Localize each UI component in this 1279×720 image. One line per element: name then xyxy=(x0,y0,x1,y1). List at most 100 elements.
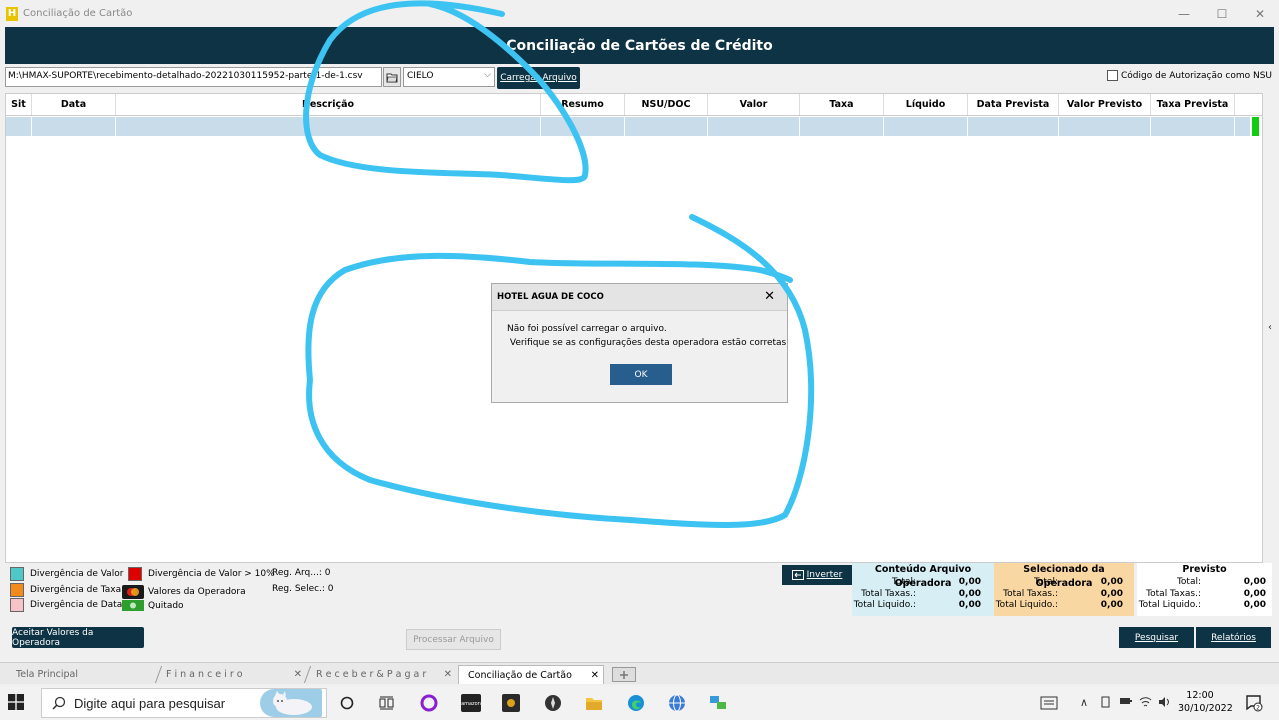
summary-row: Total Liquido.: 0,00 xyxy=(852,600,994,612)
summary-selecionado-panel: Selecionado da Operadora Total: 0,00 Tota… xyxy=(994,563,1134,616)
column-header-sit[interactable]: Sit xyxy=(6,94,32,115)
folder-open-icon xyxy=(386,73,398,82)
operator-select[interactable]: CIELO ⌵ xyxy=(403,67,495,87)
legend-item: Divergência de Taxa xyxy=(10,583,121,597)
legend-swatch xyxy=(10,567,24,581)
system-clock[interactable]: 12:00 30/10/2022 xyxy=(1178,689,1233,715)
legend-item: Divergência de Data xyxy=(10,598,122,612)
column-header-data-prevista[interactable]: Data Prevista xyxy=(968,94,1059,115)
tab-tela-principal[interactable]: Tela Principal xyxy=(16,665,156,684)
tab-label: Conciliação de Cartão xyxy=(468,669,572,681)
wifi-icon[interactable] xyxy=(1139,696,1152,711)
app-circle-icon[interactable] xyxy=(420,694,438,712)
summary-value: 0,00 xyxy=(1243,588,1266,599)
keyboard-icon[interactable] xyxy=(1039,694,1059,712)
summary-label: Total: xyxy=(1033,577,1058,587)
tab-financeiro[interactable]: F i n a n c e i r o ✕ xyxy=(166,665,302,684)
money-icon xyxy=(122,600,144,611)
process-file-button[interactable]: Processar Arquivo xyxy=(406,629,501,650)
tab-label: R e c e b e r & P a g a r xyxy=(316,669,427,680)
nsu-checkbox[interactable]: Código de Autorização como NSU xyxy=(1107,70,1272,81)
load-file-button[interactable]: Carregar Arquivo xyxy=(497,67,580,89)
search-highlight-image xyxy=(260,689,322,717)
network-app-icon[interactable] xyxy=(709,694,727,712)
file-path-input[interactable]: M:\HMAX-SUPORTE\recebimento-detalhado-20… xyxy=(5,67,382,87)
notification-center-icon[interactable]: 2 xyxy=(1245,694,1263,712)
column-header-taxa[interactable]: Taxa xyxy=(800,94,884,115)
legend-label: Quitado xyxy=(148,600,184,611)
app-compass-icon[interactable] xyxy=(544,694,562,712)
column-header-nsu[interactable]: NSU/DOC xyxy=(625,94,708,115)
table-header: Sit Data Descrição Resumo NSU/DOC Valor … xyxy=(6,94,1262,116)
tab-label: Tela Principal xyxy=(16,669,78,680)
column-header-resumo[interactable]: Resumo xyxy=(541,94,625,115)
inverter-button[interactable]: Inverter xyxy=(782,565,852,585)
legend-label: Divergência de Valor xyxy=(30,569,124,579)
summary-previsto-panel: Previsto Total: 0,00 Total Taxas.: 0,00 To… xyxy=(1137,563,1272,616)
task-view-icon[interactable] xyxy=(378,694,396,712)
column-header-valor-previsto[interactable]: Valor Previsto xyxy=(1059,94,1151,115)
row-status-indicator xyxy=(1252,117,1259,136)
minimize-button[interactable]: — xyxy=(1165,0,1203,27)
checkbox-box[interactable] xyxy=(1107,70,1119,81)
windows-start-icon[interactable] xyxy=(8,694,24,710)
reports-button[interactable]: Relatórios xyxy=(1196,627,1271,648)
accept-operator-values-button[interactable]: Aceitar Valores da Operadora xyxy=(12,627,144,648)
tab-conciliacao-cartao[interactable]: Conciliação de Cartão ✕ xyxy=(458,665,604,684)
legend-label: Divergência de Data xyxy=(30,600,123,610)
taskbar-search-box[interactable]: Digite aqui para pesquisar xyxy=(41,688,327,718)
dialog-close-icon[interactable]: ✕ xyxy=(764,289,775,304)
file-explorer-icon[interactable] xyxy=(585,694,603,712)
summary-value: 0,00 xyxy=(958,600,981,610)
tab-label: F i n a n c e i r o xyxy=(166,669,243,680)
legend-item: Valores da Operadora xyxy=(122,585,246,599)
app-dark-icon[interactable] xyxy=(502,694,520,712)
legend-label: Valores da Operadora xyxy=(148,587,246,597)
summary-row: Total Taxas.: 0,00 xyxy=(852,589,994,601)
inverter-label: Inverter xyxy=(806,570,843,580)
tray-device-icon[interactable] xyxy=(1100,696,1112,711)
maximize-button[interactable]: ☐ xyxy=(1203,0,1241,27)
summary-value: 0,00 xyxy=(1243,577,1266,587)
new-tab-button[interactable] xyxy=(612,667,636,682)
globe-icon[interactable] xyxy=(668,694,686,712)
dialog-message: Não foi possível carregar o arquivo. Ver… xyxy=(507,324,787,348)
legend-swatch xyxy=(128,567,142,581)
ok-button[interactable]: OK xyxy=(610,364,672,385)
tray-chevron-icon[interactable]: ∧ xyxy=(1080,696,1088,709)
table-row[interactable] xyxy=(6,117,1250,136)
edge-icon[interactable] xyxy=(627,694,645,712)
summary-label: Total: xyxy=(891,577,916,587)
volume-icon[interactable] xyxy=(1158,696,1171,711)
close-tab-icon[interactable]: ✕ xyxy=(591,670,599,681)
table-cell xyxy=(1059,117,1151,136)
summary-label: Total Taxas.: xyxy=(1146,588,1201,599)
panel-title: Conteúdo Arquivo Operadora xyxy=(874,564,972,589)
column-header-liquido[interactable]: Líquido xyxy=(884,94,968,115)
swap-icon xyxy=(791,570,804,580)
close-window-button[interactable]: ✕ xyxy=(1241,0,1279,27)
amazon-icon[interactable]: amazon xyxy=(461,694,481,712)
close-tab-icon[interactable]: ✕ xyxy=(444,669,452,680)
cortana-icon[interactable] xyxy=(338,694,356,712)
summary-row: Total Liquido.: 0,00 xyxy=(994,600,1134,612)
summary-value: 0,00 xyxy=(1243,600,1266,610)
summary-label: Total: xyxy=(1176,577,1201,587)
column-header-taxa-prevista[interactable]: Taxa Prevista xyxy=(1151,94,1235,115)
collapse-panel-icon[interactable]: ‹ xyxy=(1268,322,1272,333)
tab-receber-pagar[interactable]: R e c e b e r & P a g a r ✕ xyxy=(316,665,452,684)
browse-file-button[interactable] xyxy=(383,67,401,87)
search-placeholder: Digite aqui para pesquisar xyxy=(74,695,226,711)
column-header-descricao[interactable]: Descrição xyxy=(116,94,541,115)
search-button[interactable]: Pesquisar xyxy=(1119,627,1194,648)
column-header-data[interactable]: Data xyxy=(32,94,116,115)
summary-label: Total Taxas.: xyxy=(861,588,916,599)
app-logo-icon: H xyxy=(6,6,18,21)
column-header-valor[interactable]: Valor xyxy=(708,94,800,115)
battery-icon[interactable] xyxy=(1119,696,1133,709)
legend-label: Divergência de Taxa xyxy=(30,585,122,595)
legend-item: Quitado xyxy=(122,600,184,611)
notification-count: 2 xyxy=(1256,705,1260,712)
close-tab-icon[interactable]: ✕ xyxy=(294,669,302,680)
dialog-title: HOTEL AGUA DE COCO xyxy=(492,284,787,311)
